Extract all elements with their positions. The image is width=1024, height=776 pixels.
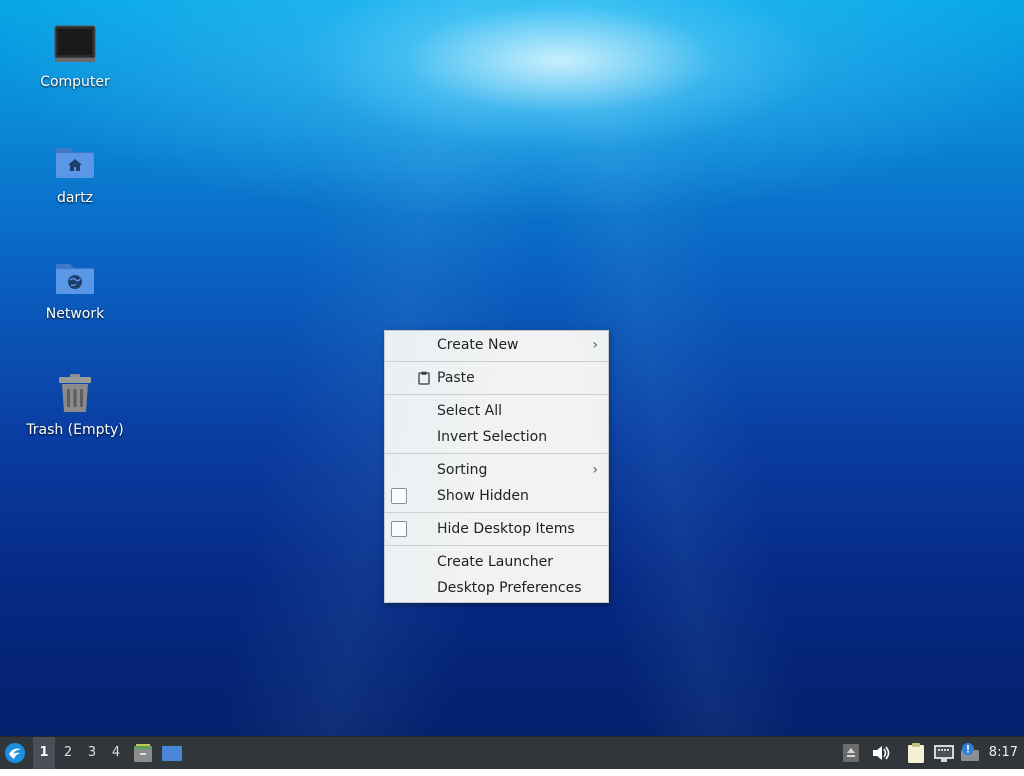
menu-item-label: Desktop Preferences [437,580,582,596]
menu-item-label: Sorting [437,462,488,478]
update-notifier-icon [961,743,979,761]
desktop-icon-network[interactable]: Network [15,256,135,322]
desktop-context-menu: Create New › Paste Select All Invert Sel… [384,330,609,603]
menu-separator [385,545,608,546]
eject-tray-button[interactable] [842,737,862,769]
eject-icon [843,744,859,762]
chevron-right-icon: › [592,337,598,353]
desktop-icon-label: Network [45,306,105,322]
taskbar: 1 2 3 4 8:17 [0,736,1024,769]
desktop-icon-home[interactable]: dartz [15,140,135,206]
menu-separator [385,512,608,513]
show-desktop-button[interactable] [161,737,185,769]
desktop-icon-trash[interactable]: Trash (Empty) [15,372,135,438]
file-manager-launcher[interactable] [132,737,156,769]
volume-icon [873,746,890,760]
home-folder-icon [56,148,94,178]
menu-item-desktop-preferences[interactable]: Desktop Preferences [385,575,608,601]
menu-separator [385,453,608,454]
menu-item-label: Paste [437,370,475,386]
desktop-icon-label: Computer [40,74,110,90]
show-desktop-icon [162,746,182,761]
workspace-2-button[interactable]: 2 [57,737,79,769]
menu-item-invert-selection[interactable]: Invert Selection [385,424,608,450]
menu-item-label: Create Launcher [437,554,554,570]
menu-separator [385,361,608,362]
network-icon [934,745,954,762]
workspace-3-button[interactable]: 3 [81,737,103,769]
clipboard-icon [908,743,924,763]
clipboard-paste-icon [418,371,430,385]
menu-item-sorting[interactable]: Sorting › [385,457,608,483]
trash-icon [59,374,91,412]
menu-item-label: Select All [437,403,502,419]
menu-item-label: Invert Selection [437,429,548,445]
start-menu-button[interactable] [4,737,28,769]
computer-icon [54,25,96,62]
lubuntu-logo-icon [5,743,25,763]
show-hidden-checkbox[interactable] [391,488,407,504]
menu-item-create-new[interactable]: Create New › [385,332,608,358]
clock[interactable]: 8:17 [989,737,1018,769]
clipboard-tray-button[interactable] [906,737,928,769]
menu-item-select-all[interactable]: Select All [385,398,608,424]
desktop-background[interactable]: Computer dartz Network Trash (Empty) Cre… [0,0,1024,736]
hide-desktop-items-checkbox[interactable] [391,521,407,537]
menu-item-label: Show Hidden [437,488,529,504]
workspace-4-button[interactable]: 4 [105,737,127,769]
menu-item-label: Hide Desktop Items [437,521,575,537]
desktop-icon-label: dartz [56,190,94,206]
menu-item-hide-desktop-items[interactable]: Hide Desktop Items [385,516,608,542]
menu-item-paste[interactable]: Paste [385,365,608,391]
menu-item-show-hidden[interactable]: Show Hidden [385,483,608,509]
volume-tray-button[interactable] [870,737,892,769]
desktop-icon-computer[interactable]: Computer [15,24,135,90]
desktop-icon-label: Trash (Empty) [26,422,124,438]
chevron-right-icon: › [592,462,598,478]
menu-separator [385,394,608,395]
network-folder-icon [56,264,94,294]
menu-item-create-launcher[interactable]: Create Launcher [385,549,608,575]
menu-item-label: Create New [437,337,519,353]
network-tray-button[interactable] [933,737,955,769]
update-notifier-tray-button[interactable] [959,737,981,769]
workspace-1-button[interactable]: 1 [33,737,55,769]
file-manager-icon [134,744,152,762]
